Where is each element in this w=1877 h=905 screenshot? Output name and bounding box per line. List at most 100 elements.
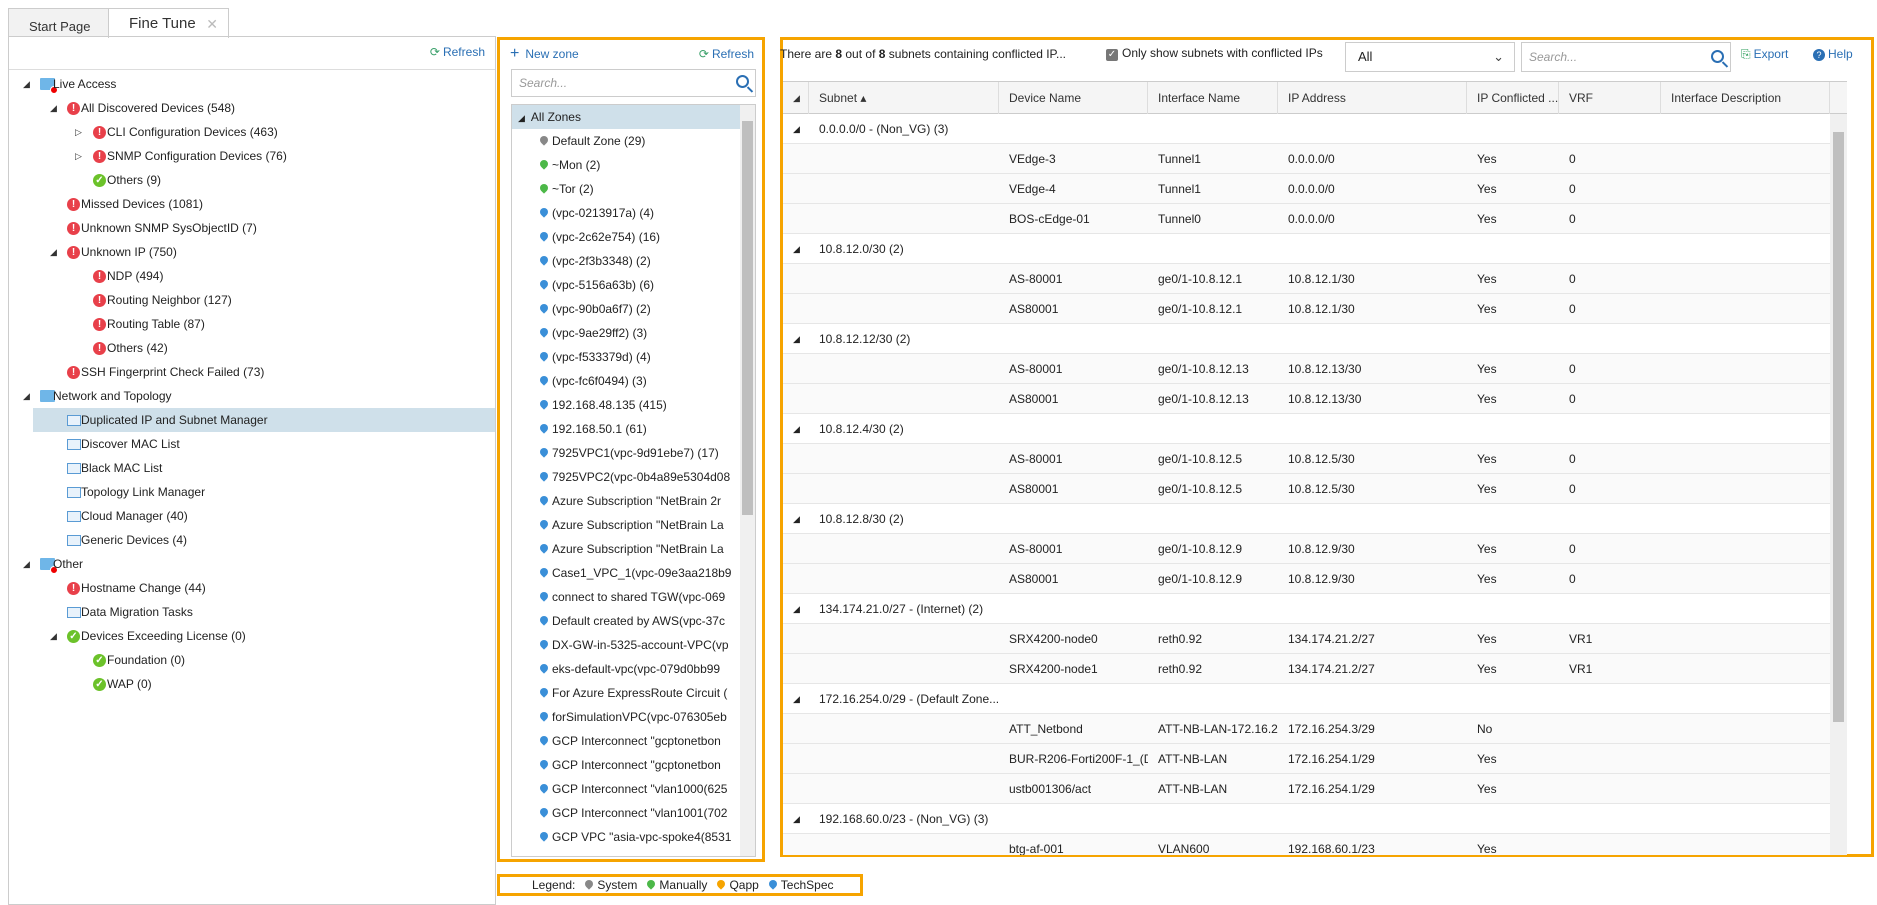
zone-item[interactable]: 7925VPC2(vpc-0b4a89e5304d08 [512,465,740,489]
subnet-group-row[interactable]: ◢ 134.174.21.0/27 - (Internet) (2) [783,594,1830,624]
column-header[interactable]: Device Name [999,82,1148,114]
tree-item[interactable]: ✓ WAP (0) [9,672,495,696]
tree-item[interactable]: Black MAC List [9,456,495,480]
tree-item[interactable]: ◢! All Discovered Devices (548) [9,96,495,120]
zone-item[interactable]: GCP Interconnect "gcptonetbon [512,753,740,777]
tree-item[interactable]: ◢ Other [9,552,495,576]
zone-item[interactable]: (vpc-2f3b3348) (2) [512,249,740,273]
checkbox-checked-icon[interactable]: ✓ [1106,49,1118,61]
zone-item[interactable]: For Azure ExpressRoute Circuit ( [512,681,740,705]
table-row[interactable]: btg-af-001 VLAN600 192.168.60.1/23 Yes [783,834,1830,855]
zone-item[interactable]: (vpc-fc6f0494) (3) [512,369,740,393]
zone-root[interactable]: ◢ All Zones [512,105,740,129]
table-row[interactable]: ustb001306/act ATT-NB-LAN 172.16.254.1/29 Y… [783,774,1830,804]
table-row[interactable]: BUR-R206-Forti200F-1_(D... ATT-NB-LAN 172.… [783,744,1830,774]
expanded-icon[interactable]: ◢ [23,72,30,96]
zone-item[interactable]: (vpc-2c62e754) (16) [512,225,740,249]
table-row[interactable]: AS-80001 ge0/1-10.8.12.9 10.8.12.9/30 Yes 0 [783,534,1830,564]
table-row[interactable]: ATT_Netbond ATT-NB-LAN-172.16.2... 172.16.… [783,714,1830,744]
subnet-group-row[interactable]: ◢ 172.16.254.0/29 - (Default Zone... [783,684,1830,714]
zone-item[interactable]: connect to shared TGW(vpc-069 [512,585,740,609]
zone-item[interactable]: GCP Interconnect "vlan1001(702 [512,801,740,825]
collapsed-icon[interactable]: ▷ [75,144,82,168]
expanded-icon[interactable]: ◢ [50,624,57,648]
tab-start-page[interactable]: Start Page [8,8,109,37]
zone-item[interactable]: Default Zone (29) [512,129,740,153]
expanded-icon[interactable]: ◢ [23,384,30,408]
table-row[interactable]: VEdge-3 Tunnel1 0.0.0.0/0 Yes 0 [783,144,1830,174]
table-row[interactable]: AS-80001 ge0/1-10.8.12.13 10.8.12.13/30 Yes… [783,354,1830,384]
tree-item[interactable]: ▷! SNMP Configuration Devices (76) [9,144,495,168]
new-zone-button[interactable]: + New zone [510,45,579,63]
tree-item[interactable]: ! Missed Devices (1081) [9,192,495,216]
column-header[interactable]: Interface Description [1661,82,1830,114]
zone-item[interactable]: GCP Interconnect "gcptonetbon [512,729,740,753]
expanded-icon[interactable]: ◢ [783,594,809,624]
tree-item[interactable]: ◢ Live Access [9,72,495,96]
zone-item[interactable]: 7925VPC1(vpc-9d91ebe7) (17) [512,441,740,465]
table-row[interactable]: VEdge-4 Tunnel1 0.0.0.0/0 Yes 0 [783,174,1830,204]
expanded-icon[interactable]: ◢ [518,113,525,123]
tree-item[interactable]: ! NDP (494) [9,264,495,288]
table-row[interactable]: SRX4200-node0 reth0.92 134.174.21.2/27 Yes V… [783,624,1830,654]
zone-item[interactable]: DX-GW-in-5325-account-VPC(vp [512,633,740,657]
table-row[interactable]: BOS-cEdge-01 Tunnel0 0.0.0.0/0 Yes 0 [783,204,1830,234]
zone-item[interactable]: Case1_VPC_1(vpc-09e3aa218b9 [512,561,740,585]
search-icon[interactable] [736,75,749,88]
tree-item[interactable]: ! Hostname Change (44) [9,576,495,600]
tree-item[interactable]: ◢! Unknown IP (750) [9,240,495,264]
tree-item[interactable]: Cloud Manager (40) [9,504,495,528]
tree-item[interactable]: Generic Devices (4) [9,528,495,552]
subnet-search-input[interactable]: Search... [1521,42,1731,72]
subnet-group-row[interactable]: ◢ 10.8.12.8/30 (2) [783,504,1830,534]
expanded-icon[interactable]: ◢ [783,114,809,144]
scrollbar-thumb[interactable] [1833,132,1844,722]
zone-item[interactable]: Azure Subscription "NetBrain La [512,537,740,561]
scrollbar-thumb[interactable] [742,121,753,515]
tree-item[interactable]: ✓ Foundation (0) [9,648,495,672]
zone-item[interactable]: (vpc-5156a63b) (6) [512,273,740,297]
table-row[interactable]: AS80001 ge0/1-10.8.12.9 10.8.12.9/30 Yes 0 [783,564,1830,594]
collapsed-icon[interactable]: ▷ [75,120,82,144]
expanded-icon[interactable]: ◢ [783,684,809,714]
zone-item[interactable]: forSimulationVPC(vpc-076305eb [512,705,740,729]
table-row[interactable]: AS80001 ge0/1-10.8.12.1 10.8.12.1/30 Yes 0 [783,294,1830,324]
zone-item[interactable]: Azure Subscription "NetBrain La [512,513,740,537]
tree-item[interactable]: Duplicated IP and Subnet Manager [33,408,495,432]
zone-item[interactable]: eks-default-vpc(vpc-079d0bb99 [512,657,740,681]
expanded-icon[interactable]: ◢ [783,234,809,264]
column-header[interactable]: Subnet ▴ [809,82,999,114]
tree-item[interactable]: ! Others (42) [9,336,495,360]
tree-item[interactable]: ✓ Others (9) [9,168,495,192]
help-button[interactable]: ? Help [1813,47,1853,61]
tree-item[interactable]: Topology Link Manager [9,480,495,504]
filter-dropdown[interactable]: All ⌄ [1345,42,1515,72]
zone-search-input[interactable]: Search... [511,69,756,97]
tree-item[interactable]: ! Routing Neighbor (127) [9,288,495,312]
zone-refresh-button[interactable]: ⟳ Refresh [699,47,754,61]
column-header[interactable]: IP Address [1278,82,1467,114]
close-icon[interactable]: ✕ [206,16,218,33]
expanded-icon[interactable]: ◢ [50,96,57,120]
tree-item[interactable]: ! Routing Table (87) [9,312,495,336]
table-scrollbar[interactable] [1830,114,1847,855]
refresh-button[interactable]: ⟳ Refresh [430,45,485,59]
zone-item[interactable]: (vpc-9ae29ff2) (3) [512,321,740,345]
table-row[interactable]: AS80001 ge0/1-10.8.12.13 10.8.12.13/30 Yes 0 [783,384,1830,414]
subnet-group-row[interactable]: ◢ 192.168.60.0/23 - (Non_VG) (3) [783,804,1830,834]
expanded-icon[interactable]: ◢ [783,504,809,534]
zone-item[interactable]: GCP Interconnect "vlan1000(625 [512,777,740,801]
expanded-icon[interactable]: ◢ [783,324,809,354]
zone-item[interactable]: ~Mon (2) [512,153,740,177]
tree-item[interactable]: ! Unknown SNMP SysObjectID (7) [9,216,495,240]
subnet-group-row[interactable]: ◢ 10.8.12.4/30 (2) [783,414,1830,444]
subnet-group-row[interactable]: ◢ 10.8.12.12/30 (2) [783,324,1830,354]
zone-item[interactable]: 192.168.50.1 (61) [512,417,740,441]
column-header[interactable]: VRF [1559,82,1661,114]
table-row[interactable]: SRX4200-node1 reth0.92 134.174.21.2/27 Yes V… [783,654,1830,684]
zone-item[interactable]: Azure Subscription "NetBrain 2r [512,489,740,513]
expanded-icon[interactable]: ◢ [783,804,809,834]
expanded-icon[interactable]: ◢ [50,240,57,264]
column-header[interactable]: Interface Name [1148,82,1278,114]
subnet-group-row[interactable]: ◢ 10.8.12.0/30 (2) [783,234,1830,264]
